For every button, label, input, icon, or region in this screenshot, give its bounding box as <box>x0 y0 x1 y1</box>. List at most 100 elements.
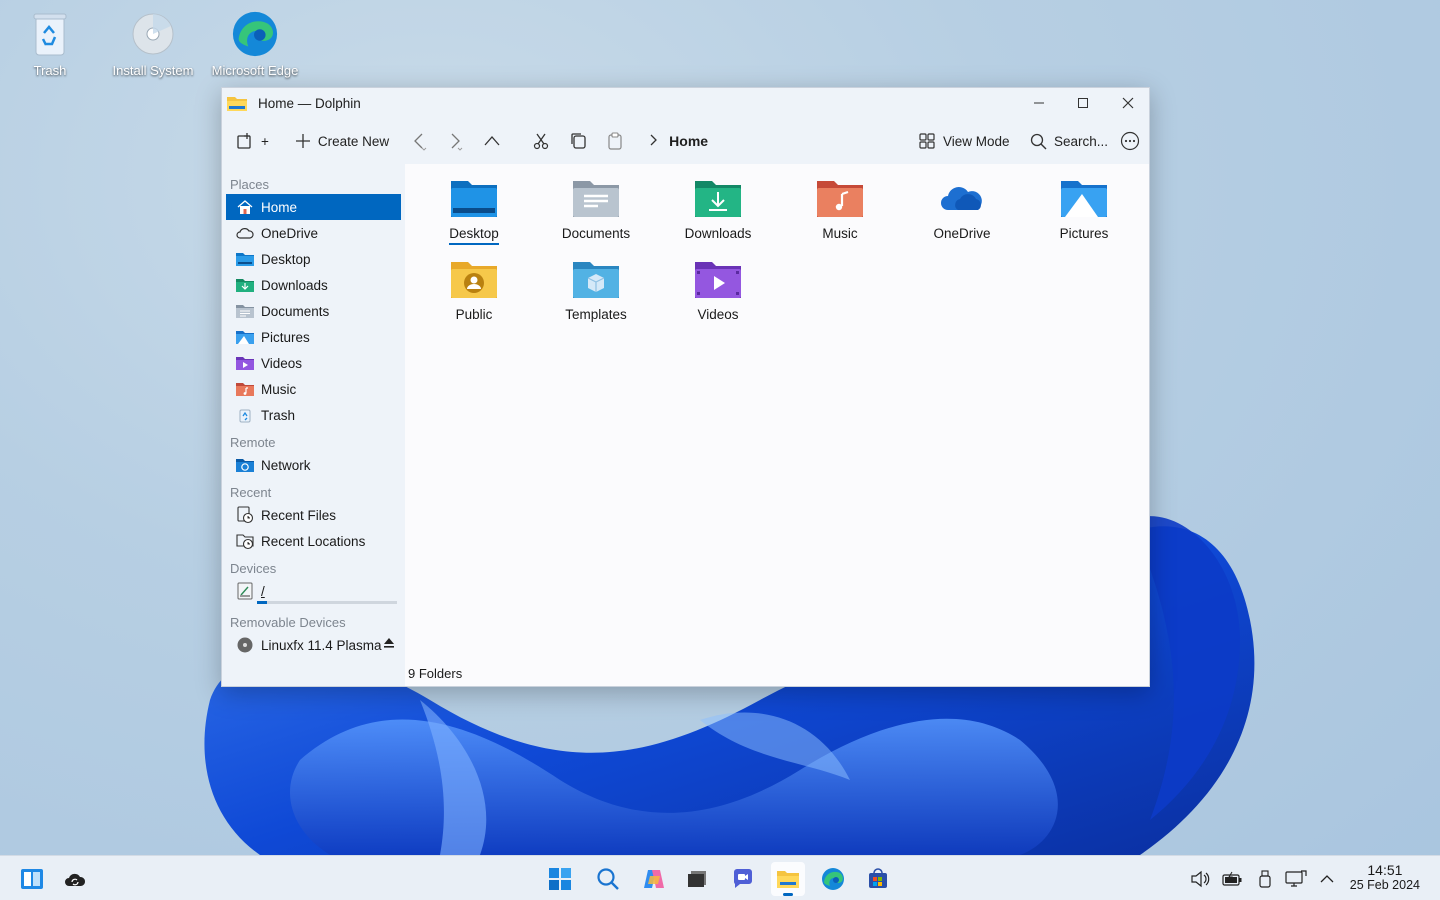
tray-overflow[interactable] <box>1316 868 1338 890</box>
taskbar-task-view-button[interactable] <box>680 862 714 896</box>
more-menu-button[interactable] <box>1114 126 1146 156</box>
search-label: Search... <box>1054 133 1109 149</box>
start-windows-icon <box>549 868 571 890</box>
forward-arrow-icon <box>451 133 463 151</box>
desktop-icon-trash[interactable]: Trash <box>0 8 100 78</box>
new-tab-button[interactable]: + <box>230 126 275 156</box>
sidebar-item-onedrive[interactable]: OneDrive <box>226 220 401 246</box>
sidebar-item-music[interactable]: Music <box>226 376 401 402</box>
tray-volume[interactable] <box>1189 868 1211 890</box>
section-removable: Removable Devices <box>230 615 346 630</box>
sidebar-item-videos[interactable]: Videos <box>226 350 401 376</box>
taskbar-search-button[interactable] <box>591 862 625 896</box>
tray-usb[interactable] <box>1254 868 1276 890</box>
tray-network[interactable] <box>1285 868 1307 890</box>
desktop-icon-label: Trash <box>33 63 67 78</box>
desktop-icon-install-system[interactable]: Install System <box>103 8 203 78</box>
sidebar-item-label: Pictures <box>261 329 310 345</box>
tray-battery[interactable] <box>1222 868 1244 890</box>
desktop-icon-edge[interactable]: Microsoft Edge <box>205 8 305 78</box>
up-button[interactable] <box>477 126 507 156</box>
usb-icon <box>1259 870 1271 888</box>
forward-button[interactable] <box>441 126 469 156</box>
folder-item-downloads[interactable]: Downloads <box>657 176 779 249</box>
title-bar[interactable]: Home — Dolphin <box>222 88 1149 118</box>
copilot-icon <box>644 870 664 888</box>
trash-icon <box>236 406 254 424</box>
breadcrumb[interactable]: Home <box>649 133 708 149</box>
taskbar-start-button[interactable] <box>543 862 577 896</box>
view-mode-button[interactable]: View Mode <box>912 126 1016 156</box>
grid-view-icon <box>919 133 935 149</box>
cut-button[interactable] <box>527 126 555 156</box>
downloads-folder-icon <box>236 276 254 294</box>
folder-grid: Desktop Documents Downloads Music OneDri… <box>413 176 1145 330</box>
sidebar-item-label: Trash <box>261 407 296 423</box>
sidebar-item-network[interactable]: Network <box>226 452 401 478</box>
maximize-button[interactable] <box>1060 88 1106 118</box>
dolphin-app-icon <box>226 93 248 113</box>
eject-button[interactable] <box>383 637 395 652</box>
cloud-icon <box>236 224 254 242</box>
search-button[interactable]: Search... <box>1024 126 1114 156</box>
folder-item-onedrive[interactable]: OneDrive <box>901 176 1023 249</box>
view-mode-label: View Mode <box>943 133 1010 149</box>
videos-folder-icon <box>693 257 743 301</box>
sidebar-item-removable-disc[interactable]: Linuxfx 11.4 Plasma <box>226 632 401 658</box>
sidebar-item-label: Network <box>261 457 311 473</box>
folder-item-pictures[interactable]: Pictures <box>1023 176 1145 249</box>
recent-files-icon <box>236 506 254 524</box>
paste-button[interactable] <box>601 126 629 156</box>
close-button[interactable] <box>1105 88 1151 118</box>
breadcrumb-current[interactable]: Home <box>669 133 708 149</box>
search-icon <box>1030 133 1047 149</box>
public-folder-icon <box>449 257 499 301</box>
taskbar-file-manager-button[interactable] <box>771 862 805 896</box>
folder-item-music[interactable]: Music <box>779 176 901 249</box>
copy-button[interactable] <box>563 126 593 156</box>
taskbar-clock[interactable]: 14:51 25 Feb 2024 <box>1350 862 1420 893</box>
sidebar-item-pictures[interactable]: Pictures <box>226 324 401 350</box>
folder-item-templates[interactable]: Templates <box>535 257 657 330</box>
minimize-button[interactable] <box>1016 88 1062 118</box>
folder-item-desktop[interactable]: Desktop <box>413 176 535 249</box>
folder-item-public[interactable]: Public <box>413 257 535 330</box>
file-view[interactable]: Desktop Documents Downloads Music OneDri… <box>405 164 1149 686</box>
recent-locations-icon <box>236 532 254 550</box>
pictures-folder-icon <box>236 328 254 346</box>
sidebar-item-recent-files[interactable]: Recent Files <box>226 502 401 528</box>
back-button[interactable] <box>405 126 433 156</box>
sidebar-item-label: Documents <box>261 303 330 319</box>
sidebar-item-label: Recent Files <box>261 507 337 523</box>
optical-disc-icon <box>236 636 254 654</box>
downloads-folder-icon <box>693 176 743 220</box>
store-icon <box>869 868 887 888</box>
back-arrow-icon <box>414 133 427 151</box>
section-places: Places <box>230 177 270 192</box>
taskbar-chat-button[interactable] <box>726 862 760 896</box>
folder-item-documents[interactable]: Documents <box>535 176 657 249</box>
chat-icon <box>734 869 752 888</box>
volume-icon <box>1191 870 1210 888</box>
sidebar-item-desktop[interactable]: Desktop <box>226 246 401 272</box>
new-tab-suffix: + <box>261 133 269 149</box>
clock-time: 14:51 <box>1367 862 1403 878</box>
taskbar-copilot-button[interactable] <box>637 862 671 896</box>
sidebar-item-root-drive[interactable]: / <box>226 578 401 604</box>
folder-item-videos[interactable]: Videos <box>657 257 779 330</box>
templates-folder-icon <box>571 257 621 301</box>
chevron-up-icon <box>1320 875 1334 883</box>
sidebar-item-home[interactable]: Home <box>226 194 401 220</box>
scissors-icon <box>534 133 549 150</box>
taskbar-cloud-sync-button[interactable] <box>58 862 92 896</box>
taskbar-store-button[interactable] <box>861 862 895 896</box>
sidebar-item-documents[interactable]: Documents <box>226 298 401 324</box>
taskbar-panel-button[interactable] <box>15 862 49 896</box>
sidebar-item-recent-locations[interactable]: Recent Locations <box>226 528 401 554</box>
taskbar-edge-button[interactable] <box>816 862 850 896</box>
sidebar-item-trash[interactable]: Trash <box>226 402 401 428</box>
create-new-button[interactable]: Create New <box>289 126 395 156</box>
sidebar-item-downloads[interactable]: Downloads <box>226 272 401 298</box>
breadcrumb-chevron-icon <box>649 133 658 149</box>
section-recent: Recent <box>230 485 272 500</box>
